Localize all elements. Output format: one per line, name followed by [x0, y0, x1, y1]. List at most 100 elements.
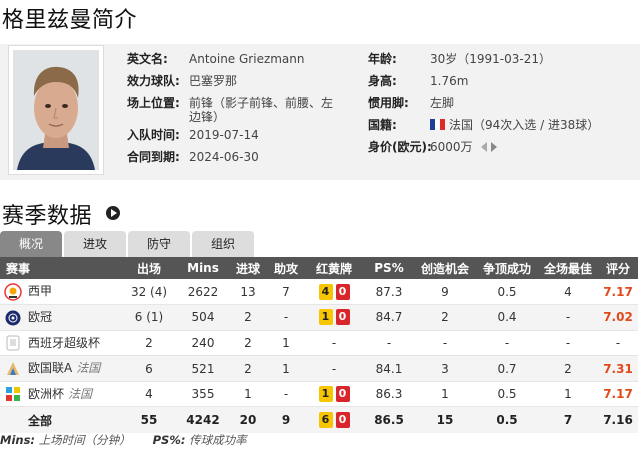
goals-cell: 13	[228, 279, 268, 306]
assists-cell: -	[268, 381, 304, 408]
season-stats-title: 赛季数据	[2, 204, 93, 229]
motm-cell: 1	[538, 381, 598, 408]
position-label: 场上位置:	[127, 96, 180, 110]
team-name: 法国	[76, 361, 101, 376]
market-value: 6000万	[430, 140, 473, 154]
footnote-mins-label: Mins:	[0, 433, 36, 447]
rating-cell: 7.17	[598, 279, 638, 306]
aerial-cell: 0.5	[476, 381, 538, 408]
assists-cell: 1	[268, 330, 304, 357]
euro-icon	[4, 385, 22, 403]
col-header-cards: 红黄牌	[304, 257, 364, 279]
competition-name: 欧国联A	[28, 361, 73, 376]
laliga-icon	[4, 283, 22, 301]
chances-cell: 2	[414, 304, 476, 331]
footnote-mins-text: 上场时间（分钟）	[38, 433, 131, 447]
page-title: 格里兹曼简介	[2, 8, 138, 33]
aerial-cell: -	[476, 330, 538, 357]
competition-name: 西班牙超级杯	[28, 335, 101, 350]
rating-cell: 7.31	[598, 355, 638, 382]
motm-cell: -	[538, 304, 598, 331]
joined-label: 入队时间:	[127, 128, 180, 142]
chances-cell: 9	[414, 279, 476, 306]
apps-cell: 6 (1)	[120, 304, 178, 331]
ps-cell: 86.5	[364, 406, 414, 433]
col-header-mins: Mins	[178, 257, 228, 279]
col-header-chances: 创造机会	[414, 257, 476, 279]
footnote-ps-label: PS%:	[152, 433, 186, 447]
tab-overview[interactable]: 概况	[0, 231, 62, 257]
assists-cell: 7	[268, 279, 304, 306]
goals-cell: 2	[228, 304, 268, 331]
tab-defense[interactable]: 防守	[128, 231, 190, 257]
age-label: 年龄:	[368, 52, 397, 66]
tab-attack[interactable]: 进攻	[64, 231, 126, 257]
aerial-cell: 0.5	[476, 406, 538, 433]
rating-cell: 7.02	[598, 304, 638, 331]
champions-league-icon	[4, 309, 22, 327]
motm-cell: -	[538, 330, 598, 357]
rating-cell: 7.17	[598, 381, 638, 408]
tab-organize[interactable]: 组织	[192, 231, 254, 257]
contract-label: 合同到期:	[127, 150, 180, 164]
cards-cell: -	[304, 330, 364, 357]
col-header-aerial: 争顶成功	[476, 257, 538, 279]
table-total-row: 全部 55 4242 20 9 60 86.5 15 0.5 7 7.16	[0, 406, 638, 433]
apps-cell: 6	[120, 355, 178, 382]
arrow-right-circle-icon[interactable]	[106, 206, 120, 220]
mins-cell: 240	[178, 330, 228, 357]
yellow-card-badge: 1	[318, 386, 333, 403]
motm-cell: 2	[538, 355, 598, 382]
rating-cell: 7.16	[598, 406, 638, 433]
joined-value: 2019-07-14	[189, 128, 259, 142]
foot-value: 左脚	[430, 96, 455, 110]
ps-cell: 84.7	[364, 304, 414, 331]
competition-name: 西甲	[28, 284, 53, 299]
nationality-label: 国籍:	[368, 118, 397, 132]
col-header-competition: 赛事	[0, 257, 120, 279]
rating-cell: -	[598, 330, 638, 357]
red-card-badge: 0	[335, 309, 350, 326]
col-header-assists: 助攻	[268, 257, 304, 279]
france-flag-icon	[430, 119, 445, 130]
mins-cell: 2622	[178, 279, 228, 306]
position-value-line2: 边锋）	[189, 110, 226, 124]
yellow-card-badge: 1	[318, 309, 333, 326]
table-row: 西班牙超级杯 2 240 2 1 - - - - - -	[0, 330, 638, 357]
red-card-badge: 0	[335, 412, 350, 429]
mins-cell: 355	[178, 381, 228, 408]
height-value: 1.76m	[430, 74, 469, 88]
supercopa-icon	[4, 334, 22, 352]
goals-cell: 20	[228, 406, 268, 433]
aerial-cell: 0.5	[476, 279, 538, 306]
mins-cell: 521	[178, 355, 228, 382]
apps-cell: 2	[120, 330, 178, 357]
motm-cell: 4	[538, 279, 598, 306]
col-header-goals: 进球	[228, 257, 268, 279]
yellow-card-badge: 6	[318, 412, 333, 429]
nations-league-icon	[4, 360, 22, 378]
chances-cell: -	[414, 330, 476, 357]
ps-cell: -	[364, 330, 414, 357]
value-trend-arrows-icon[interactable]	[480, 140, 498, 158]
motm-cell: 7	[538, 406, 598, 433]
ps-cell: 84.1	[364, 355, 414, 382]
table-footnote: Mins: 上场时间（分钟） PS%: 传球成功率	[0, 432, 247, 448]
player-profile-card: 英文名: Antoine Griezmann 效力球队: 巴塞罗那 场上位置: …	[0, 44, 640, 180]
col-header-apps: 出场	[120, 257, 178, 279]
cards-cell: -	[304, 355, 364, 382]
col-header-motm: 全场最佳	[538, 257, 598, 279]
english-name-value: Antoine Griezmann	[189, 52, 305, 66]
apps-cell: 55	[120, 406, 178, 433]
assists-cell: -	[268, 304, 304, 331]
table-row: 欧国联A 法国 6 521 2 1 - 84.1 3 0.7 2 7.31	[0, 355, 638, 382]
table-header-row: 赛事 出场 Mins 进球 助攻 红黄牌 PS% 创造机会 争顶成功 全场最佳 …	[0, 257, 638, 279]
competition-name: 欧冠	[28, 310, 53, 325]
club-value[interactable]: 巴塞罗那	[189, 72, 237, 90]
ps-cell: 86.3	[364, 381, 414, 408]
col-header-rating: 评分	[598, 257, 638, 279]
competition-name: 全部	[0, 406, 120, 433]
red-card-badge: 0	[335, 283, 350, 300]
team-name: 法国	[68, 386, 93, 401]
assists-cell: 9	[268, 406, 304, 433]
